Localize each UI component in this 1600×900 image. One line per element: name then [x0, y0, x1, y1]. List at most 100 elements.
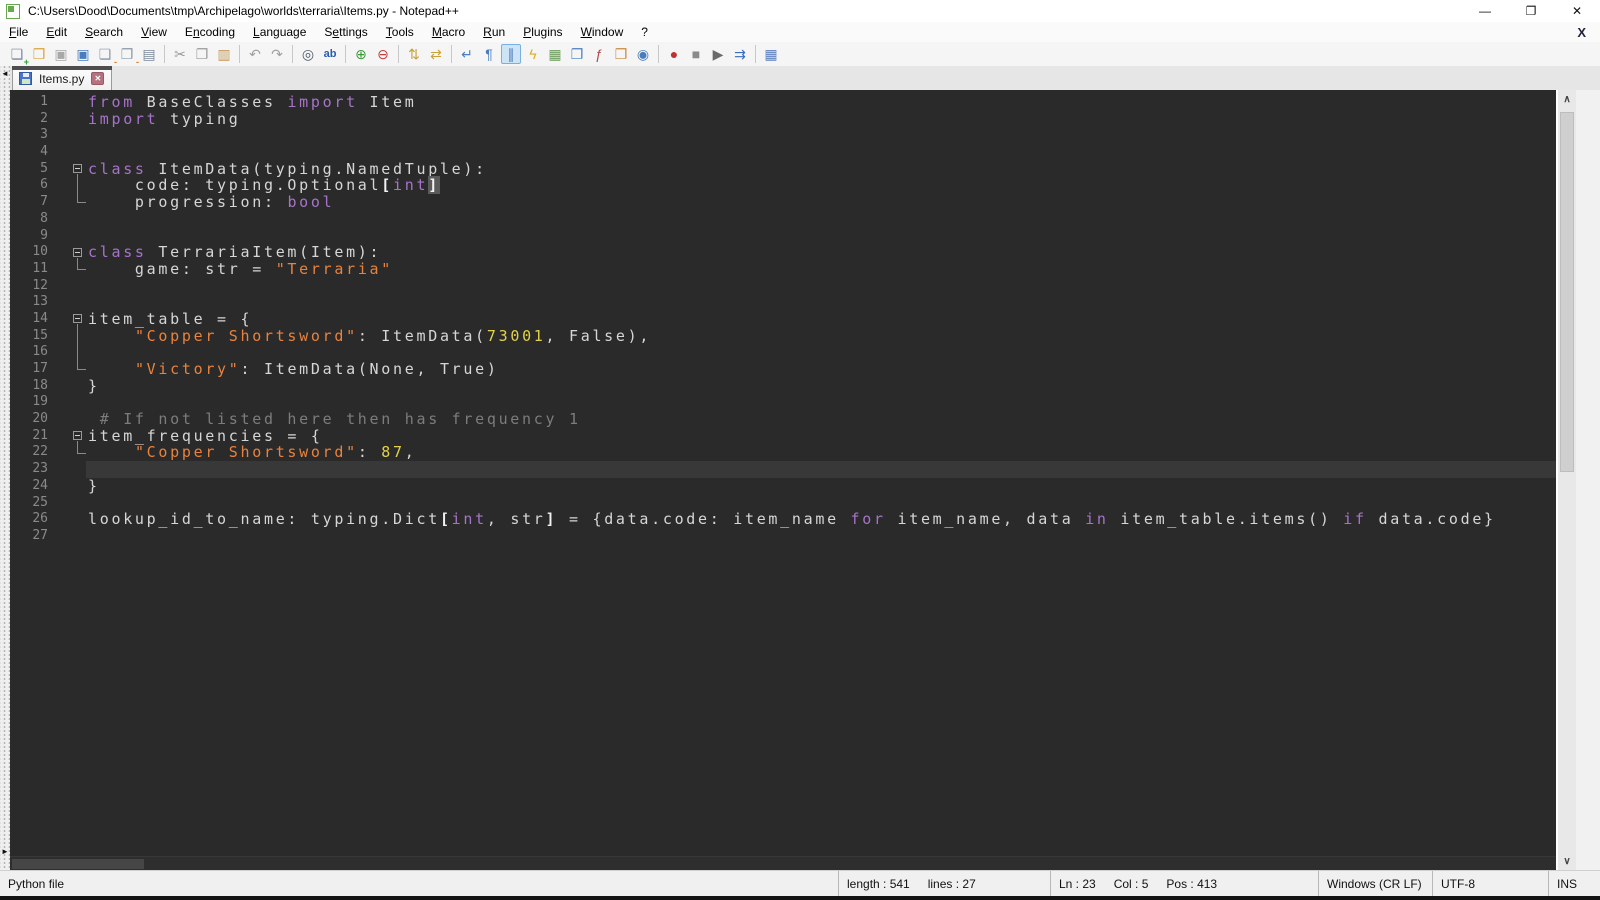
- tab-close-icon[interactable]: ✕: [91, 72, 104, 85]
- menu-tools[interactable]: Tools: [377, 22, 423, 42]
- save-all-button[interactable]: ▣: [73, 44, 93, 64]
- line-number[interactable]: 4: [10, 144, 54, 161]
- left-dock-strip[interactable]: ◄ ►: [0, 66, 10, 870]
- code-line-20[interactable]: 20 # If not listed here then has frequen…: [10, 411, 1556, 428]
- menu-language[interactable]: Language: [244, 22, 315, 42]
- code-line-8[interactable]: 8: [10, 211, 1556, 228]
- code-line-16[interactable]: 16: [10, 344, 1556, 361]
- line-number[interactable]: 16: [10, 344, 54, 361]
- copy-button[interactable]: ❐: [192, 44, 212, 64]
- show-all-characters-button[interactable]: ¶: [479, 44, 499, 64]
- fold-collapse-icon[interactable]: [54, 311, 86, 328]
- fold-minus-box[interactable]: [73, 431, 82, 440]
- function-list-button[interactable]: ƒ: [589, 44, 609, 64]
- line-number[interactable]: 13: [10, 294, 54, 311]
- menu-plugins[interactable]: Plugins: [514, 22, 571, 42]
- document-map-button[interactable]: ▦: [545, 44, 565, 64]
- zoom-out-button[interactable]: ⊖: [373, 44, 393, 64]
- save-file-button[interactable]: ▣: [51, 44, 71, 64]
- code-line-2[interactable]: 2import typing: [10, 111, 1556, 128]
- code-line-15[interactable]: 15 "Copper Shortsword": ItemData(73001, …: [10, 328, 1556, 345]
- macro-run-multiple-button[interactable]: ⇉: [730, 44, 750, 64]
- open-file-button[interactable]: ❒: [29, 44, 49, 64]
- code-line-21[interactable]: 21item_frequencies = {: [10, 428, 1556, 445]
- line-number[interactable]: 15: [10, 328, 54, 345]
- code-line-18[interactable]: 18}: [10, 378, 1556, 395]
- code-line-14[interactable]: 14item_table = {: [10, 311, 1556, 328]
- code-line-9[interactable]: 9: [10, 228, 1556, 245]
- menu-encoding[interactable]: Encoding: [176, 22, 244, 42]
- redo-button[interactable]: ↷: [267, 44, 287, 64]
- line-number[interactable]: 2: [10, 111, 54, 128]
- line-number[interactable]: 22: [10, 444, 54, 461]
- word-wrap-button[interactable]: ↵: [457, 44, 477, 64]
- sync-vertical-scroll-button[interactable]: ⇅: [404, 44, 424, 64]
- status-insert-mode[interactable]: INS: [1548, 871, 1600, 896]
- indent-guide-button[interactable]: ∥: [501, 44, 521, 64]
- menu-search[interactable]: Search: [76, 22, 132, 42]
- menu-close-document-icon[interactable]: X: [1577, 25, 1586, 40]
- code-line-3[interactable]: 3: [10, 127, 1556, 144]
- horizontal-scrollbar[interactable]: [10, 856, 1556, 870]
- undo-button[interactable]: ↶: [245, 44, 265, 64]
- macro-record-button[interactable]: ●: [664, 44, 684, 64]
- code-line-24[interactable]: 24}: [10, 478, 1556, 495]
- code-line-11[interactable]: 11 game: str = "Terraria": [10, 261, 1556, 278]
- scroll-up-icon[interactable]: ∧: [1558, 90, 1576, 108]
- line-number[interactable]: 5: [10, 161, 54, 178]
- close-button[interactable]: ✕: [1554, 0, 1600, 22]
- menu-window[interactable]: Window: [572, 22, 633, 42]
- code-line-10[interactable]: 10class TerrariaItem(Item):: [10, 244, 1556, 261]
- new-file-button[interactable]: ❏+: [7, 44, 27, 64]
- status-length-lines[interactable]: length : 541 lines : 27: [838, 871, 1050, 896]
- user-language-button[interactable]: ϟ: [523, 44, 543, 64]
- line-number[interactable]: 3: [10, 127, 54, 144]
- line-number[interactable]: 18: [10, 378, 54, 395]
- macro-save-button[interactable]: ▦: [761, 44, 781, 64]
- menu-settings[interactable]: Settings: [315, 22, 376, 42]
- menu-macro[interactable]: Macro: [423, 22, 474, 42]
- code-line-17[interactable]: 17 "Victory": ItemData(None, True): [10, 361, 1556, 378]
- fold-minus-box[interactable]: [73, 248, 82, 257]
- code-line-23[interactable]: 23: [10, 461, 1556, 478]
- vertical-scrollbar[interactable]: ∧ ∨: [1556, 90, 1576, 870]
- macro-stop-button[interactable]: ■: [686, 44, 706, 64]
- code-line-27[interactable]: 27: [10, 528, 1556, 545]
- line-number[interactable]: 27: [10, 528, 54, 545]
- line-number[interactable]: 19: [10, 394, 54, 411]
- code-line-12[interactable]: 12: [10, 278, 1556, 295]
- paste-button[interactable]: ▥: [214, 44, 234, 64]
- menu-view[interactable]: View: [132, 22, 176, 42]
- line-number[interactable]: 20: [10, 411, 54, 428]
- line-number[interactable]: 24: [10, 478, 54, 495]
- dock-arrow-right-icon[interactable]: ►: [1, 848, 9, 856]
- code-line-7[interactable]: 7 progression: bool: [10, 194, 1556, 211]
- code-line-19[interactable]: 19: [10, 394, 1556, 411]
- find-button[interactable]: ◎: [298, 44, 318, 64]
- cut-button[interactable]: ✂: [170, 44, 190, 64]
- sync-horizontal-scroll-button[interactable]: ⇄: [426, 44, 446, 64]
- code-line-25[interactable]: 25: [10, 495, 1556, 512]
- fold-minus-box[interactable]: [73, 314, 82, 323]
- fold-minus-box[interactable]: [73, 164, 82, 173]
- line-number[interactable]: 1: [10, 94, 54, 111]
- code-line-5[interactable]: 5class ItemData(typing.NamedTuple):: [10, 161, 1556, 178]
- close-file-button[interactable]: ❏-: [95, 44, 115, 64]
- line-number[interactable]: 12: [10, 278, 54, 295]
- line-number[interactable]: 6: [10, 177, 54, 194]
- code-line-1[interactable]: 1from BaseClasses import Item: [10, 94, 1556, 111]
- print-button[interactable]: ▤: [139, 44, 159, 64]
- restore-button[interactable]: ❐: [1508, 0, 1554, 22]
- line-number[interactable]: 23: [10, 461, 54, 478]
- line-number[interactable]: 17: [10, 361, 54, 378]
- menu-edit[interactable]: Edit: [37, 22, 76, 42]
- document-list-button[interactable]: ❐: [567, 44, 587, 64]
- fold-collapse-icon[interactable]: [54, 244, 86, 261]
- line-number[interactable]: 8: [10, 211, 54, 228]
- status-encoding[interactable]: UTF-8: [1432, 871, 1548, 896]
- horizontal-scrollbar-thumb[interactable]: [12, 859, 144, 869]
- line-number[interactable]: 21: [10, 428, 54, 445]
- editor-pane[interactable]: 1from BaseClasses import Item2import typ…: [10, 90, 1556, 870]
- folder-as-workspace-button[interactable]: ❒: [611, 44, 631, 64]
- macro-play-button[interactable]: ▶: [708, 44, 728, 64]
